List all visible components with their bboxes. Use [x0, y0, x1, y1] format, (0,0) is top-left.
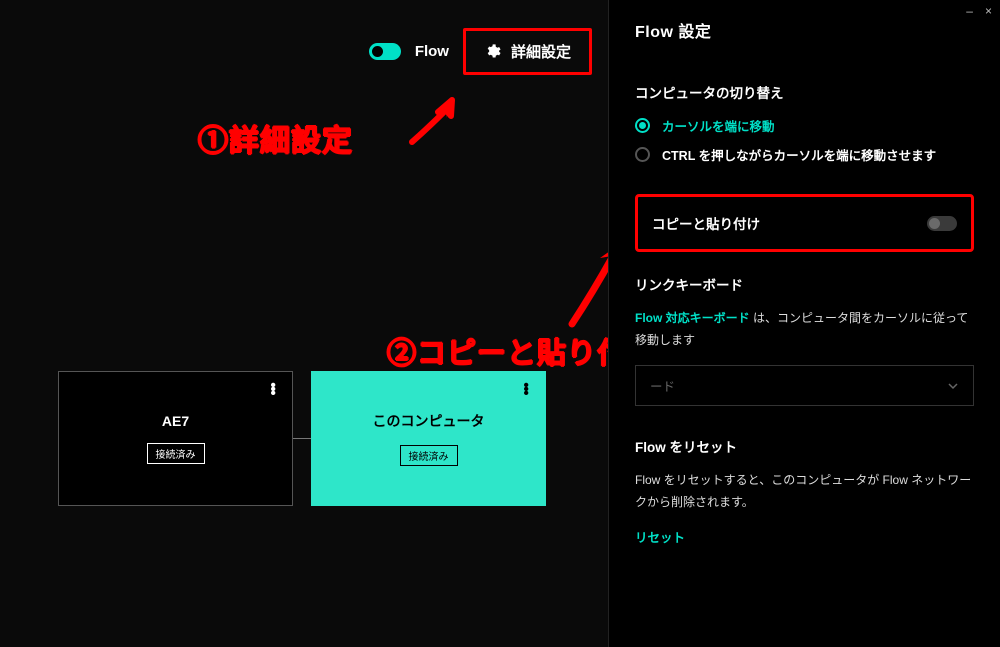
- keyboard-select[interactable]: ード: [635, 365, 974, 406]
- radio-icon: [635, 118, 650, 133]
- advanced-settings-button[interactable]: 詳細設定: [463, 28, 592, 75]
- computer-card-remote[interactable]: ••• AE7 接続済み: [58, 371, 293, 506]
- radio-label: CTRL を押しながらカーソルを端に移動させます: [662, 145, 936, 164]
- panel-title: Flow 設定: [635, 18, 974, 42]
- section-heading-switch: コンピュータの切り替え: [635, 82, 974, 102]
- radio-option-ctrl[interactable]: CTRL を押しながらカーソルを端に移動させます: [635, 145, 974, 164]
- flow-label: Flow: [415, 43, 449, 60]
- computer-name: AE7: [162, 413, 189, 429]
- radio-icon: [635, 147, 650, 162]
- close-button[interactable]: ×: [985, 4, 992, 18]
- status-badge: 接続済み: [400, 445, 458, 466]
- advanced-settings-label: 詳細設定: [511, 41, 571, 62]
- reset-button[interactable]: リセット: [635, 527, 685, 546]
- copy-paste-section: コピーと貼り付け: [635, 194, 974, 252]
- kebab-icon[interactable]: •••: [523, 384, 529, 396]
- annotation-1: ①詳細設定: [198, 116, 353, 160]
- flow-toggle[interactable]: [369, 43, 401, 60]
- status-badge: 接続済み: [147, 443, 205, 464]
- copy-paste-toggle[interactable]: [927, 216, 957, 231]
- section-heading-copy: コピーと貼り付け: [652, 213, 760, 233]
- section-heading-reset: Flow をリセット: [635, 436, 974, 456]
- chevron-down-icon: [947, 380, 959, 392]
- minimize-button[interactable]: –: [966, 4, 973, 18]
- connection-line: [293, 438, 311, 439]
- annotation-arrow-1: [404, 92, 474, 157]
- radio-option-edge[interactable]: カーソルを端に移動: [635, 116, 974, 135]
- radio-label: カーソルを端に移動: [662, 116, 775, 135]
- gear-icon: [484, 43, 501, 60]
- computer-name: このコンピュータ: [373, 411, 485, 431]
- reset-description: Flow をリセットすると、このコンピュータが Flow ネットワークから削除さ…: [635, 470, 974, 513]
- kebab-icon[interactable]: •••: [270, 384, 276, 396]
- keyboard-description: Flow 対応キーボード は、コンピュータ間をカーソルに従って移動します: [635, 308, 974, 351]
- select-value: ード: [650, 376, 675, 395]
- computer-card-local[interactable]: ••• このコンピュータ 接続済み: [311, 371, 546, 506]
- section-heading-keyboard: リンクキーボード: [635, 274, 974, 294]
